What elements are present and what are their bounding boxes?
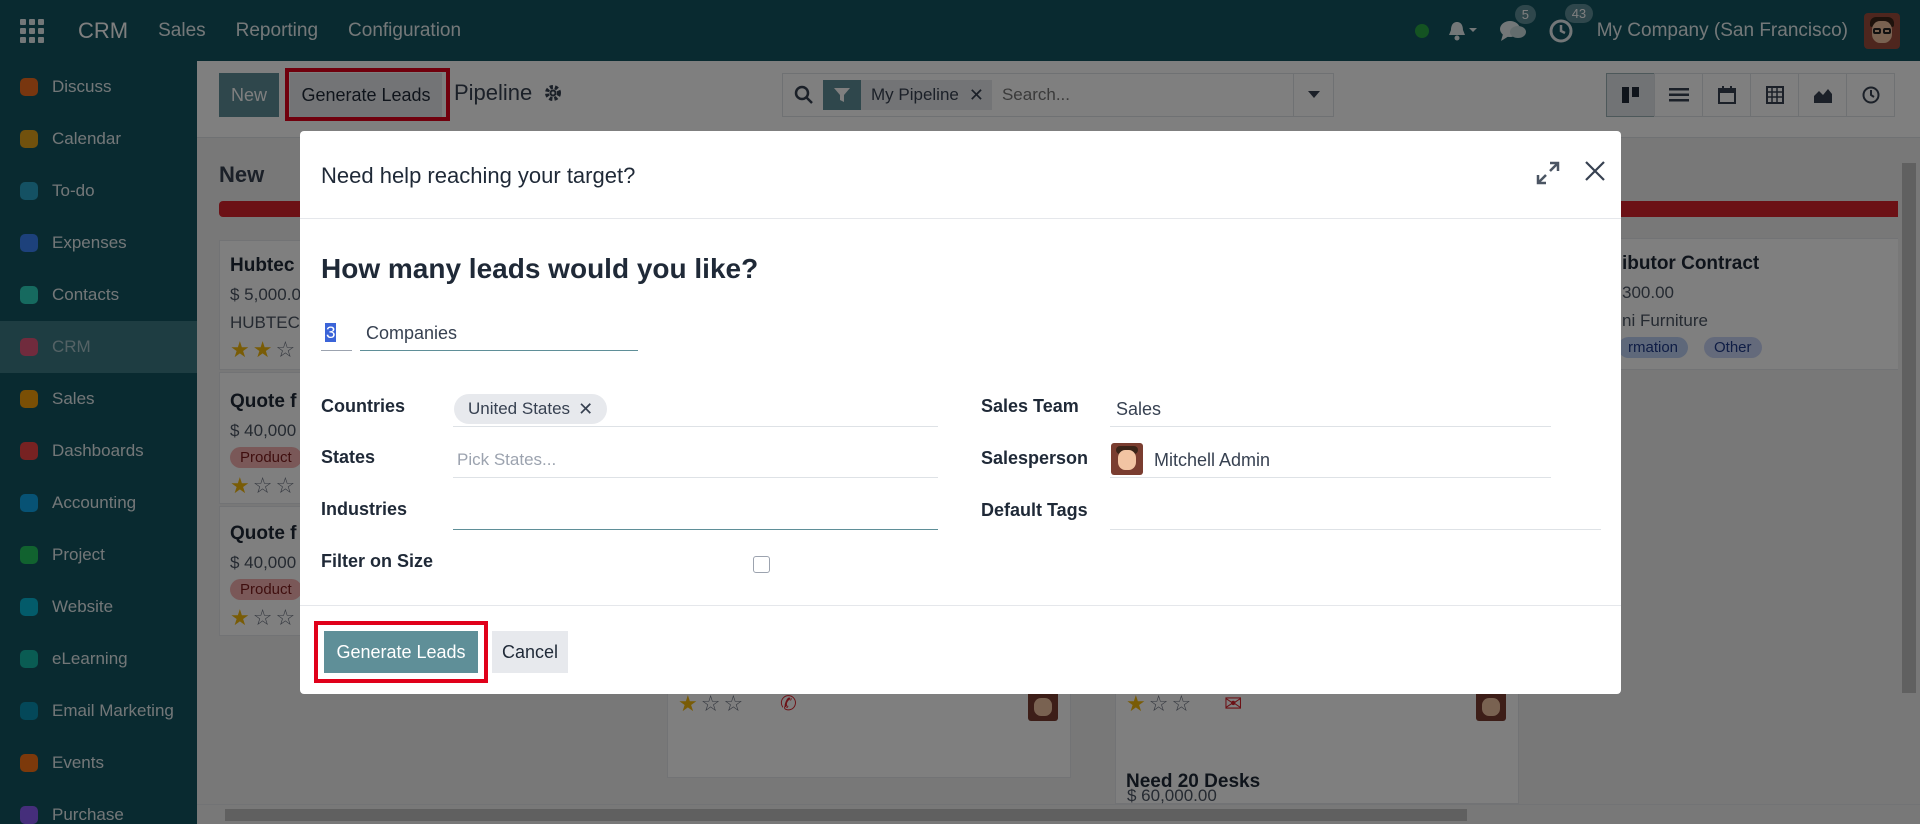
dialog-body: How many leads would you like? 3 Compani… bbox=[300, 219, 1621, 606]
filter-size-checkbox[interactable] bbox=[753, 556, 770, 573]
sales-team-field[interactable]: Sales bbox=[1110, 391, 1551, 427]
sales-team-value: Sales bbox=[1116, 399, 1162, 419]
default-tags-field[interactable] bbox=[1110, 494, 1601, 530]
industries-label: Industries bbox=[321, 499, 408, 519]
states-placeholder: Pick States... bbox=[457, 450, 557, 469]
quantity-value: 3 bbox=[325, 323, 337, 342]
industries-field[interactable] bbox=[453, 494, 938, 530]
salesperson-avatar bbox=[1111, 443, 1143, 475]
states-label: States bbox=[321, 447, 376, 467]
lead-quantity-input[interactable]: 3 bbox=[321, 319, 352, 351]
expand-icon[interactable] bbox=[1536, 161, 1560, 185]
countries-field[interactable]: United States ✕ bbox=[453, 391, 938, 427]
states-field[interactable]: Pick States... bbox=[453, 442, 938, 478]
dialog-title: Need help reaching your target? bbox=[321, 163, 636, 188]
default-tags-label: Default Tags bbox=[981, 500, 1088, 520]
country-chip-label: United States bbox=[468, 399, 571, 418]
salesperson-field[interactable]: Mitchell Admin bbox=[1110, 442, 1551, 478]
salesperson-label: Salesperson bbox=[981, 448, 1089, 468]
filter-size-label: Filter on Size bbox=[321, 551, 434, 571]
chip-remove-icon[interactable]: ✕ bbox=[578, 399, 593, 420]
salesperson-value: Mitchell Admin bbox=[1154, 450, 1271, 470]
highlight-box-bottom bbox=[314, 621, 488, 683]
cancel-button[interactable]: Cancel bbox=[492, 631, 568, 673]
country-chip: United States ✕ bbox=[454, 394, 608, 424]
countries-label: Countries bbox=[321, 396, 406, 416]
close-icon[interactable] bbox=[1583, 159, 1607, 183]
sales-team-label: Sales Team bbox=[981, 396, 1079, 416]
generate-leads-dialog: Need help reaching your target? How many… bbox=[300, 131, 1621, 694]
leads-question: How many leads would you like? bbox=[321, 253, 759, 284]
dialog-header: Need help reaching your target? bbox=[300, 131, 1621, 219]
lead-unit-select[interactable]: Companies bbox=[360, 319, 638, 351]
